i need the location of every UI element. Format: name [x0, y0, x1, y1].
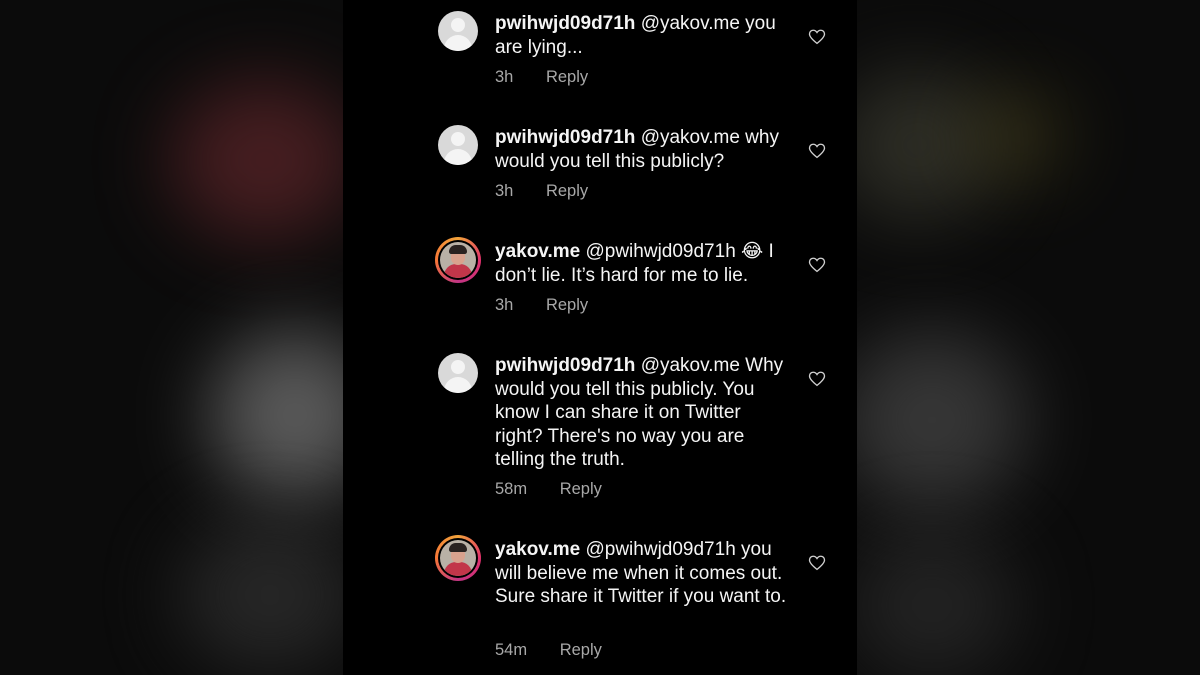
comment-meta: 54m Reply — [495, 641, 602, 660]
blurred-background-left — [0, 0, 343, 675]
comment-username[interactable]: yakov.me — [495, 539, 580, 560]
comments-list: pwihwjd09d71h @yakov.me you are lying...… — [343, 0, 857, 675]
comment-text: pwihwjd09d71h @yakov.me you are lying... — [495, 12, 791, 59]
comment-text: yakov.me @pwihwjd09d71h 😂 I don’t lie. I… — [495, 240, 791, 287]
heart-outline-icon[interactable] — [808, 142, 826, 160]
profile-photo-avatar[interactable] — [435, 237, 481, 283]
comment-time: 3h — [495, 296, 514, 314]
comment-text: yakov.me @pwihwjd09d71h you will believe… — [495, 538, 791, 609]
comment-username[interactable]: pwihwjd09d71h — [495, 127, 635, 148]
heart-outline-icon[interactable] — [808, 28, 826, 46]
screenshot-stage: pwihwjd09d71h @yakov.me you are lying...… — [0, 0, 1200, 675]
comment-meta: 3h Reply — [495, 296, 588, 315]
laughing-emoji: 😂 — [741, 240, 764, 262]
comment-time: 54m — [495, 641, 528, 659]
default-avatar[interactable] — [438, 11, 478, 51]
reply-button[interactable]: Reply — [560, 480, 602, 498]
heart-outline-icon[interactable] — [808, 256, 826, 274]
blurred-background-right — [857, 0, 1200, 675]
comment-body-before-emoji: @pwihwjd09d71h — [585, 241, 742, 262]
comment-meta: 3h Reply — [495, 182, 588, 201]
default-avatar[interactable] — [438, 353, 478, 393]
comment-meta: 58m Reply — [495, 480, 602, 499]
reply-button[interactable]: Reply — [546, 68, 588, 86]
comment-time: 58m — [495, 480, 528, 498]
comment-text: pwihwjd09d71h @yakov.me why would you te… — [495, 126, 791, 173]
reply-button[interactable]: Reply — [546, 182, 588, 200]
comment-username[interactable]: pwihwjd09d71h — [495, 355, 635, 376]
comment-text: pwihwjd09d71h @yakov.me Why would you te… — [495, 354, 791, 472]
heart-outline-icon[interactable] — [808, 554, 826, 572]
comment-meta: 3h Reply — [495, 68, 588, 87]
reply-button[interactable]: Reply — [546, 296, 588, 314]
comment-time: 3h — [495, 68, 514, 86]
comment-username[interactable]: pwihwjd09d71h — [495, 13, 635, 34]
reply-button[interactable]: Reply — [560, 641, 602, 659]
comment-username[interactable]: yakov.me — [495, 241, 580, 262]
comment-time: 3h — [495, 182, 514, 200]
heart-outline-icon[interactable] — [808, 370, 826, 388]
profile-photo-avatar[interactable] — [435, 535, 481, 581]
default-avatar[interactable] — [438, 125, 478, 165]
